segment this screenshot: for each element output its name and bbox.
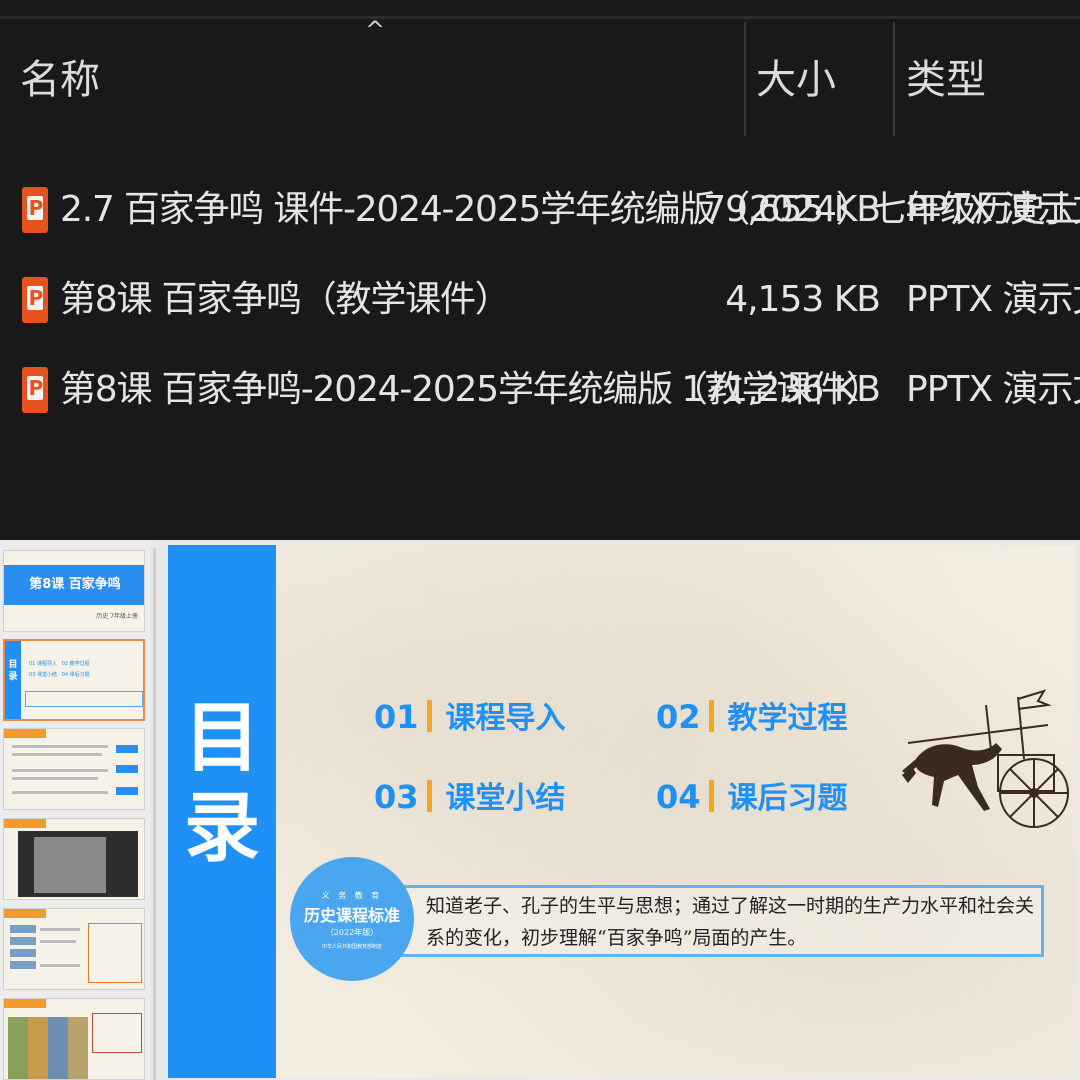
file-size: 4,153 KB [725,279,881,320]
toc-divider-bar [708,780,714,812]
header-divider [0,16,1080,19]
toc-number: 02 [656,698,701,736]
slide-thumbnail-3[interactable] [3,728,145,810]
file-row[interactable]: 2.7 百家争鸣 课件-2024-2025学年统编版（2024）七年级历史上册 … [0,175,1080,245]
toc-item-2[interactable]: 02 教学过程 [656,693,848,741]
toc-label: 课程导入 [445,701,566,736]
toc-divider-bar [708,700,714,732]
thumb-note-box [92,1013,142,1053]
thumb-toc-item: 02 教学过程 [61,661,90,667]
thumb-blue-button [116,745,138,753]
column-header-type[interactable]: 类型 [906,50,986,110]
thumb-text-line [12,777,98,780]
column-divider[interactable] [744,22,746,136]
slide-thumbnail-6[interactable] [3,998,145,1080]
toc-divider-bar [426,780,432,812]
slide-title: 目录 [168,693,276,873]
badge-edition: （2022年版） [325,928,379,937]
thumb-section-tag [4,999,46,1008]
file-type: PPTX 演示文稿 [906,369,1080,410]
file-row[interactable]: 第8课 百家争鸣-2024-2025学年统编版（教学课件） 171,236 KB… [0,355,1080,425]
thumb-title: 第8课 百家争鸣 [29,577,121,592]
thumb-standard-box [25,691,143,707]
toc-label: 课后习题 [727,781,848,816]
column-header-size[interactable]: 大小 [756,50,836,110]
curriculum-standard-text[interactable]: 知道老子、孔子的生平与思想；通过了解这一时期的生产力水平和社会关系的变化，初步理… [426,890,1038,954]
pptx-file-icon [22,367,48,413]
file-size: 79,655 KB [703,189,881,230]
thumb-text-line [40,928,80,931]
toc-item-4[interactable]: 04 课后习题 [656,773,848,821]
pptx-file-icon [22,187,48,233]
badge-title: 历史课程标准 [303,906,400,925]
column-header-name[interactable]: 名称 [20,50,100,110]
thumb-image-strip [28,1017,48,1079]
slide-thumbnail-4[interactable] [3,818,145,900]
thumb-label-chip [10,961,36,969]
slide-canvas[interactable]: 目录 01 课程导入 02 教学过程 03 课堂小结 04 课后习题 知道老子、… [168,545,1076,1078]
thumb-label-chip [10,949,36,957]
powerpoint-window: 第8课 百家争鸣 历史 7年级上册 目录 01 课程导入 02 教学过程 03 … [0,540,1080,1080]
file-type: PPTX 演示文稿 [906,189,1080,230]
toc-number: 01 [374,698,419,736]
file-row[interactable]: 第8课 百家争鸣（教学课件） 4,153 KB PPTX 演示文稿 [0,265,1080,335]
thumb-section-tag [4,819,46,828]
toc-item-1[interactable]: 01 课程导入 [374,693,566,741]
thumb-image-strip [48,1017,68,1079]
curriculum-standard-badge: 义 务 教 育 历史课程标准 （2022年版） 中华人民共和国教育部制定 [290,857,414,981]
thumb-label-chip [10,925,36,933]
slide-thumbnail-1[interactable]: 第8课 百家争鸣 历史 7年级上册 [3,550,145,632]
thumb-blue-button [116,765,138,773]
thumb-text-line [12,769,108,772]
thumb-section-tag [4,909,46,918]
file-explorer-pane: ^ 名称 大小 类型 2.7 百家争鸣 课件-2024-2025学年统编版（20… [0,0,1080,540]
toc-label: 教学过程 [727,701,848,736]
thumb-section-tag [4,729,46,738]
thumb-text-line [12,745,108,748]
pptx-file-icon [22,277,48,323]
thumb-text-line [12,753,102,756]
pane-splitter[interactable] [153,548,156,1080]
thumb-toc-item: 04 课后习题 [61,672,90,678]
slide-thumbnail-5[interactable] [3,908,145,990]
toc-item-3[interactable]: 03 课堂小结 [374,773,566,821]
thumb-text-line [40,940,76,943]
file-type: PPTX 演示文稿 [906,279,1080,320]
toc-number: 03 [374,778,419,816]
thumb-toc: 01 课程导入 02 教学过程 03 课堂小结 04 课后习题 [29,659,139,681]
chariot-illustration [902,689,1069,828]
sort-ascending-icon[interactable]: ^ [365,18,385,42]
thumb-title-band: 第8课 百家争鸣 [4,565,144,605]
thumb-subtitle: 历史 7年级上册 [96,613,138,620]
thumb-label-chip [10,937,36,945]
slide-title-text: 目录 [184,693,260,872]
file-size: 171,236 KB [681,369,881,410]
badge-publisher: 中华人民共和国教育部制定 [321,944,382,950]
thumb-note-box [88,923,142,983]
thumb-side-title: 目录 [5,641,21,719]
thumb-toc-item: 01 课程导入 [29,661,57,667]
toc-label: 课堂小结 [445,781,566,816]
slide-thumbnail-2-selected[interactable]: 目录 01 课程导入 02 教学过程 03 课堂小结 04 课后习题 [3,639,145,721]
toc-number: 04 [656,778,701,816]
thumb-image [18,831,138,897]
thumb-toc-item: 03 课堂小结 [29,672,57,678]
thumb-image-strip [8,1017,28,1079]
thumb-text-line [40,964,80,967]
thumb-blue-button [116,787,138,795]
toc-divider-bar [426,700,432,732]
slide-thumbnail-pane[interactable]: 第8课 百家争鸣 历史 7年级上册 目录 01 课程导入 02 教学过程 03 … [0,540,150,1080]
badge-top-text: 义 务 教 育 [321,891,383,900]
thumb-image-strip [68,1017,88,1079]
thumb-text-line [12,791,108,794]
file-name: 第8课 百家争鸣（教学课件） [60,279,511,320]
column-divider[interactable] [893,22,895,136]
